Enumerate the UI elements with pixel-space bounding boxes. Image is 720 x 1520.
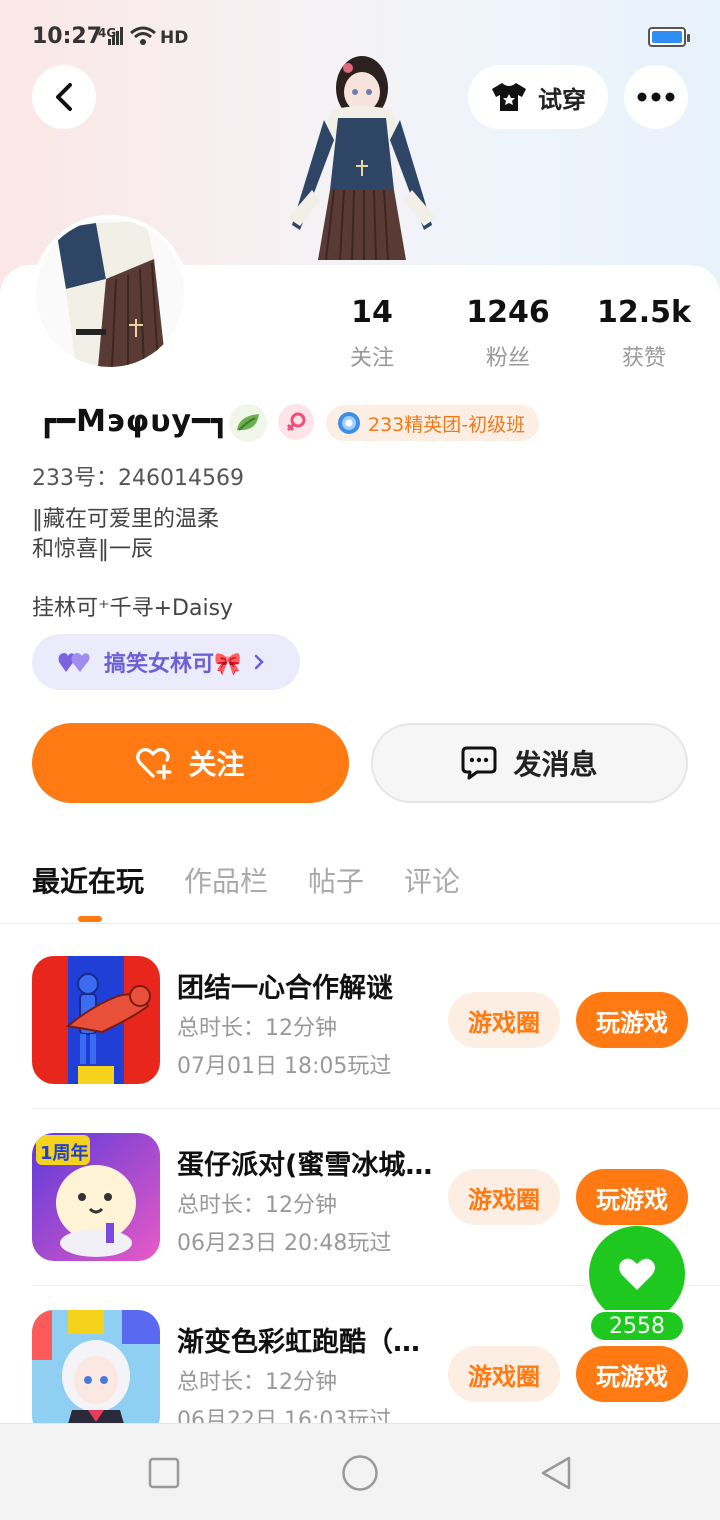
user-name: ┏━Мэφυу━┓ <box>38 404 231 439</box>
send-message-button[interactable]: 发消息 <box>371 723 688 803</box>
game-thumbnail: 1周年 <box>32 1133 160 1261</box>
friends-line: 挂林可⁺千寻+Daisy <box>32 596 234 621</box>
avatar[interactable] <box>32 215 188 371</box>
game-duration: 总时长：12分钟 <box>177 1370 337 1395</box>
relationship-tag[interactable]: 搞笑女林可🎀 <box>32 634 300 690</box>
elite-group-badge[interactable]: 233精英团-初级班 <box>326 405 540 441</box>
hearts-icon <box>58 653 90 672</box>
more-dots-icon <box>637 92 675 102</box>
play-game-button[interactable]: 玩游戏 <box>576 1169 688 1225</box>
battery-icon <box>648 27 690 47</box>
stat-number: 12.5k <box>597 295 691 330</box>
home-icon[interactable] <box>341 1454 379 1492</box>
play-game-button[interactable]: 玩游戏 <box>576 1346 688 1402</box>
bio-line: 和惊喜‖一辰 <box>32 537 154 562</box>
game-duration: 总时长：12分钟 <box>177 1193 337 1218</box>
active-tab-indicator <box>78 916 102 922</box>
shield-medal-icon <box>338 412 360 434</box>
game-circle-button[interactable]: 游戏圈 <box>448 1169 560 1225</box>
stat-following[interactable]: 14 关注 <box>312 295 432 372</box>
game-last-played: 07月01日 18:05玩过 <box>177 1054 392 1079</box>
message-label: 发消息 <box>513 748 598 781</box>
signal-icon <box>108 27 123 45</box>
try-on-label: 试穿 <box>538 85 586 114</box>
stat-label: 粉丝 <box>485 346 530 371</box>
game-title: 渐变色彩虹跑酷（… <box>177 1327 420 1358</box>
profile-page: 10:27 4G HD 试穿 14 关注 1246 粉丝 12.5k 获赞 ┏━… <box>0 0 720 1520</box>
tab-recently-played[interactable]: 最近在玩 <box>32 860 144 900</box>
wifi-icon <box>130 26 156 45</box>
status-time: 10:27 <box>32 24 103 49</box>
heart-icon <box>619 1258 655 1290</box>
try-on-button[interactable]: 试穿 <box>468 65 608 129</box>
stat-label: 关注 <box>349 346 394 371</box>
shirt-icon <box>492 83 526 111</box>
back-button[interactable] <box>32 65 96 129</box>
back-triangle-icon[interactable] <box>539 1455 573 1491</box>
chat-bubble-icon <box>461 746 497 780</box>
stat-followers[interactable]: 1246 粉丝 <box>448 295 568 372</box>
recent-apps-icon[interactable] <box>148 1457 180 1489</box>
leaf-icon <box>229 404 267 442</box>
heart-plus-icon <box>136 747 173 780</box>
female-gender-icon <box>278 404 314 440</box>
stat-number: 1246 <box>466 295 550 330</box>
more-options-button[interactable] <box>624 65 688 129</box>
character-avatar-image <box>288 56 436 261</box>
like-button[interactable] <box>589 1226 685 1322</box>
tab-posts[interactable]: 帖子 <box>308 860 364 900</box>
chevron-left-icon <box>56 83 72 111</box>
game-circle-button[interactable]: 游戏圈 <box>448 1346 560 1402</box>
game-row[interactable]: 团结一心合作解谜 总时长：12分钟 07月01日 18:05玩过 游戏圈 玩游戏 <box>0 924 720 1101</box>
chevron-right-icon <box>255 654 265 670</box>
like-count: 2558 <box>589 1310 685 1342</box>
game-title: 蛋仔派对(蜜雪冰城… <box>177 1150 433 1181</box>
game-thumbnail <box>32 1310 160 1423</box>
hd-label: HD <box>160 28 189 48</box>
system-navigation-bar <box>0 1423 720 1520</box>
stat-likes[interactable]: 12.5k 获赞 <box>584 295 704 372</box>
bio-line: ‖藏在可爱里的温柔 <box>32 507 220 532</box>
play-game-button[interactable]: 玩游戏 <box>576 992 688 1048</box>
avatar-image <box>36 219 184 367</box>
game-last-played: 06月22日 16:03玩过 <box>177 1408 392 1423</box>
game-title: 团结一心合作解谜 <box>177 973 393 1004</box>
badge-label: 233精英团-初级班 <box>368 413 526 436</box>
user-id: 233号：246014569 <box>32 466 244 491</box>
stat-label: 获赞 <box>621 346 666 371</box>
follow-button[interactable]: 关注 <box>32 723 349 803</box>
profile-tabs: 最近在玩 作品栏 帖子 评论 <box>32 860 460 900</box>
follow-label: 关注 <box>188 748 245 781</box>
stat-number: 14 <box>351 295 393 330</box>
game-thumbnail <box>32 956 160 1084</box>
game-duration: 总时长：12分钟 <box>177 1016 337 1041</box>
tag-label: 搞笑女林可🎀 <box>104 652 242 677</box>
anniversary-badge: 1周年 <box>40 1143 89 1164</box>
game-last-played: 06月23日 20:48玩过 <box>177 1231 392 1256</box>
game-circle-button[interactable]: 游戏圈 <box>448 992 560 1048</box>
tab-works[interactable]: 作品栏 <box>184 860 268 900</box>
tab-comments[interactable]: 评论 <box>404 860 460 900</box>
bio: ‖藏在可爱里的温柔 和惊喜‖一辰 <box>32 505 219 565</box>
